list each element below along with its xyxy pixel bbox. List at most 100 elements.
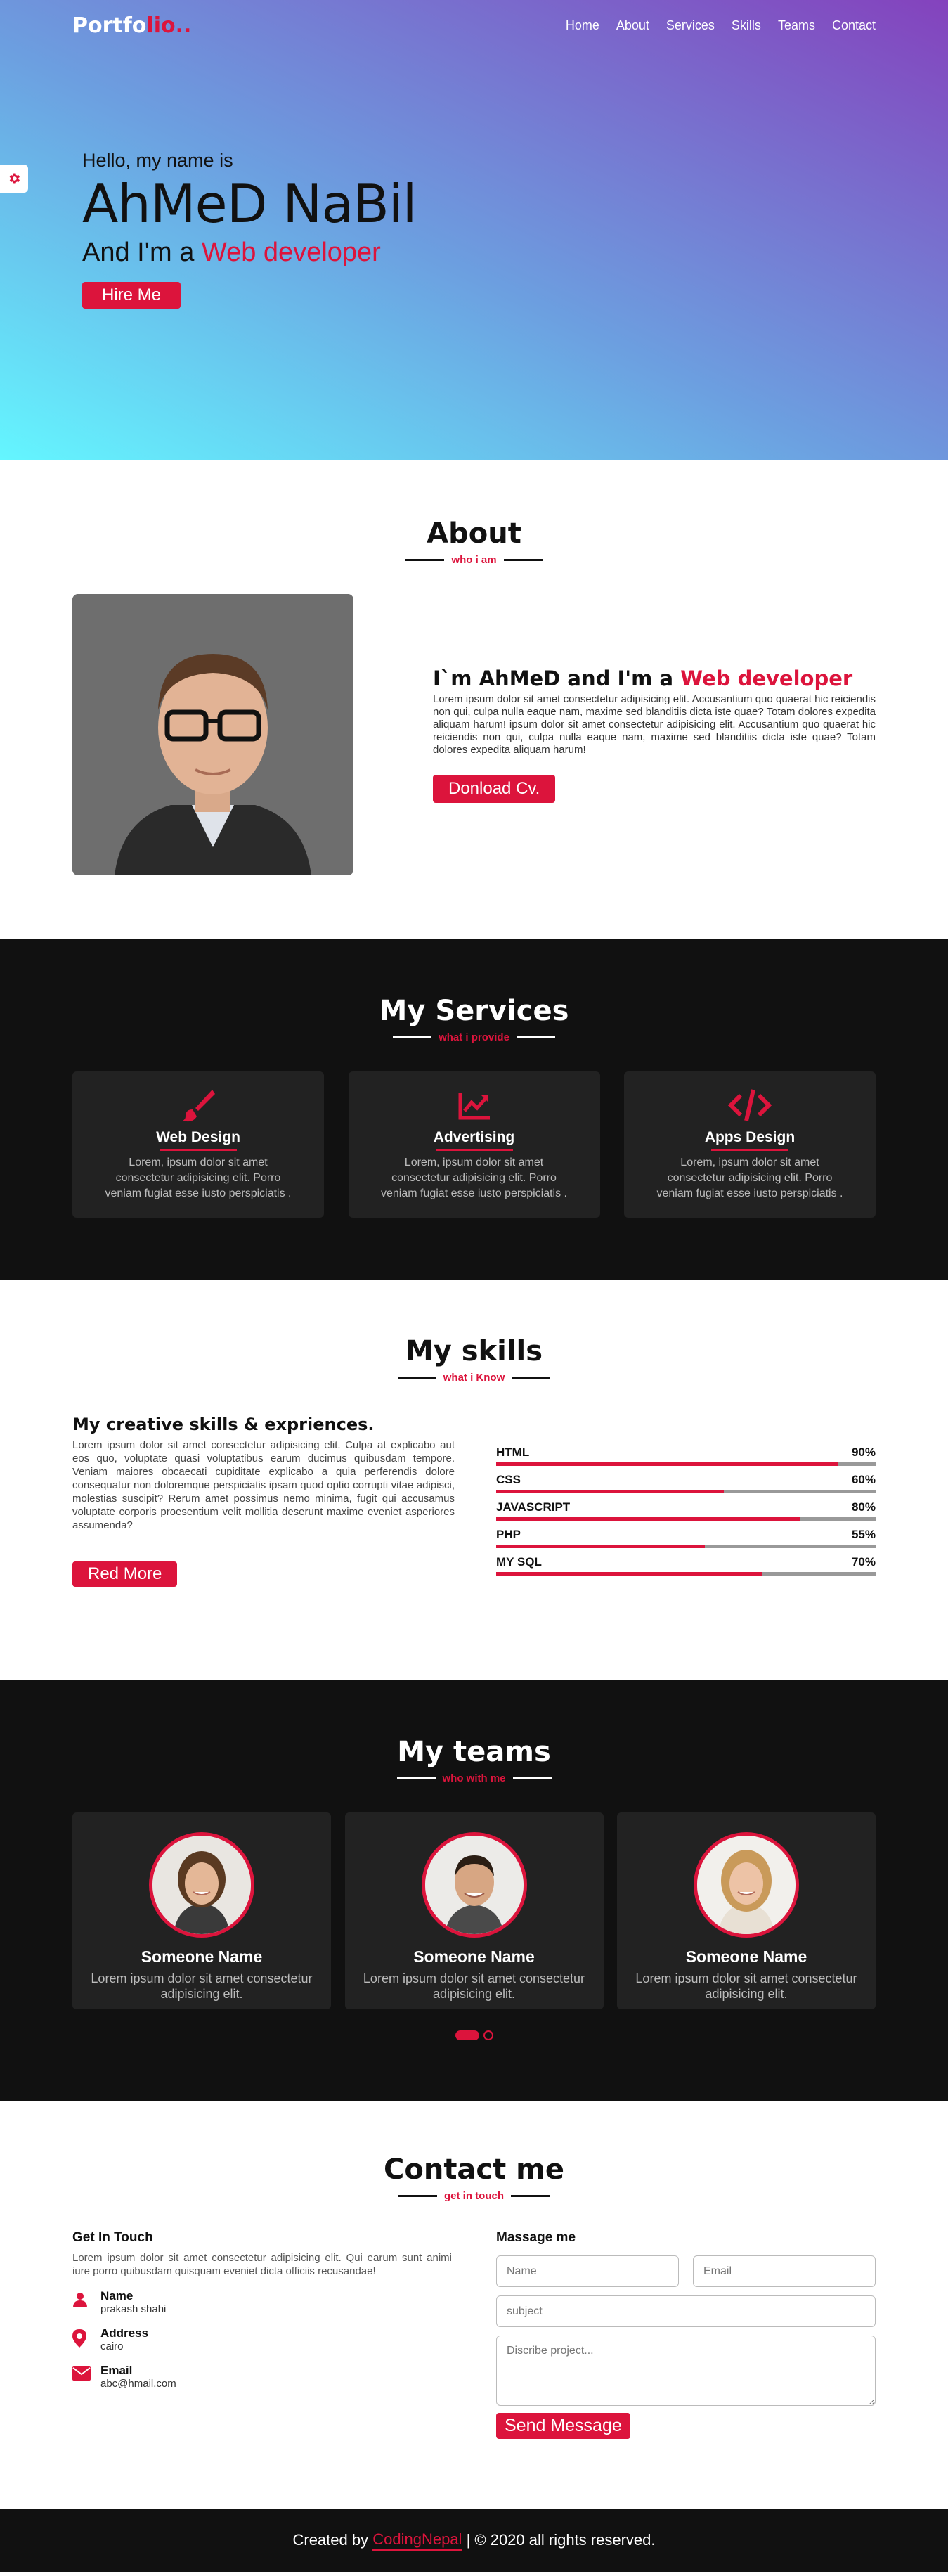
skill-percent: 60% (851, 1473, 876, 1486)
send-message-button[interactable]: Send Message (496, 2413, 630, 2439)
home-greeting: Hello, my name is (82, 150, 233, 171)
teams-title: My teams (397, 1736, 551, 1768)
skills-subtitle-row: what i Know (72, 1372, 876, 1384)
contact-info-text: Lorem ipsum dolor sit amet consectetur a… (72, 2252, 452, 2277)
team-card[interactable]: Someone Name Lorem ipsum dolor sit amet … (72, 1812, 331, 2009)
skill-percent: 80% (851, 1500, 876, 1514)
avatar (149, 1832, 254, 1938)
team-carousel[interactable]: Someone Name Lorem ipsum dolor sit amet … (72, 1812, 876, 2009)
skill-name: CSS (496, 1473, 521, 1486)
underline (435, 1149, 513, 1151)
logo-accent: lio.. (146, 13, 192, 38)
skill-fill (496, 1517, 800, 1521)
about-text-block: I`m AhMeD and I'm a Web developer Lorem … (433, 666, 876, 803)
skills-heading: My creative skills & expriences. (72, 1415, 375, 1434)
about-section: About who i am I`m AhMeD and I'm a Web d… (0, 460, 948, 939)
paint-brush-icon (183, 1090, 215, 1122)
about-subtitle-row: who i am (72, 554, 876, 566)
services-title: My Services (379, 995, 569, 1027)
skills-text-block: My creative skills & expriences. Lorem i… (72, 1415, 455, 1587)
settings-toggle[interactable] (0, 165, 28, 193)
about-title: About (427, 517, 521, 550)
carousel-dot-active[interactable] (455, 2030, 479, 2040)
service-card-web-design[interactable]: Web Design Lorem, ipsum dolor sit amet c… (72, 1071, 324, 1218)
skill-track (496, 1545, 876, 1548)
skill-bar-css: CSS 60% (496, 1473, 876, 1493)
footer: Created by CodingNepal | © 2020 all righ… (0, 2509, 948, 2572)
skill-track (496, 1572, 876, 1576)
skill-bar-html: HTML 90% (496, 1445, 876, 1466)
contact-section: Contact me get in touch Get In Touch Lor… (0, 2101, 948, 2509)
services-section: My Services what i provide Web Design Lo… (0, 939, 948, 1280)
team-card[interactable]: Someone Name Lorem ipsum dolor sit amet … (344, 1812, 604, 2009)
skill-track (496, 1462, 876, 1466)
about-heading: I`m AhMeD and I'm a Web developer (433, 666, 876, 690)
nav-item-about[interactable]: About (616, 18, 649, 33)
skill-bar-mysql: MY SQL 70% (496, 1555, 876, 1576)
service-name: Apps Design (704, 1129, 796, 1145)
divider (516, 1036, 555, 1038)
nav-item-contact[interactable]: Contact (832, 18, 876, 33)
skills-title: My skills (405, 1335, 543, 1367)
service-desc: Lorem, ipsum dolor sit amet consectetur … (380, 1157, 567, 1199)
member-name: Someone Name (141, 1947, 263, 1966)
contact-info: Get In Touch Lorem ipsum dolor sit amet … (72, 2230, 452, 2439)
home-section: Hello, my name is AhMeD NaBil And I'm a … (0, 0, 948, 460)
email-input[interactable] (693, 2255, 876, 2287)
contact-label: Email (100, 2364, 133, 2377)
nav-item-teams[interactable]: Teams (778, 18, 815, 33)
skill-name: PHP (496, 1528, 521, 1541)
skill-name: JAVASCRIPT (496, 1500, 571, 1514)
service-desc: Lorem, ipsum dolor sit amet consectetur … (656, 1157, 843, 1199)
read-more-button[interactable]: Red More (72, 1561, 178, 1587)
service-desc: Lorem, ipsum dolor sit amet consectetur … (105, 1157, 292, 1199)
teams-section: My teams who with me Someone Name Lorem … (0, 1680, 948, 2101)
teams-subtitle: who with me (442, 1772, 506, 1784)
skill-fill (496, 1462, 838, 1466)
contact-title: Contact me (384, 2153, 564, 2186)
subject-input[interactable] (496, 2295, 876, 2327)
skill-name: MY SQL (496, 1555, 542, 1569)
carousel-dot[interactable] (483, 2030, 493, 2040)
footer-prefix: Created by (292, 2531, 369, 2549)
team-card[interactable]: Someone Name Lorem ipsum dolor sit amet … (617, 1812, 876, 2009)
service-card-advertising[interactable]: Advertising Lorem, ipsum dolor sit amet … (348, 1071, 600, 1218)
services-subtitle: what i provide (439, 1031, 509, 1043)
message-textarea[interactable] (496, 2336, 876, 2406)
teams-subtitle-row: who with me (72, 1772, 876, 1784)
contact-row-address: Address cairo (72, 2326, 452, 2352)
skill-fill (496, 1545, 705, 1548)
map-marker-icon (72, 2329, 86, 2348)
skills-section: My skills what i Know My creative skills… (0, 1280, 948, 1680)
man-portrait-image (72, 594, 353, 875)
home-role-prefix: And I'm a (82, 238, 195, 267)
avatar (694, 1832, 799, 1938)
logo[interactable]: Portfolio.. (72, 13, 191, 38)
contact-value: cairo (100, 2340, 124, 2352)
service-card-apps-design[interactable]: Apps Design Lorem, ipsum dolor sit amet … (624, 1071, 876, 1218)
about-heading-accent: Web developer (680, 666, 853, 690)
skill-percent: 90% (851, 1445, 876, 1459)
profile-photo (72, 594, 353, 875)
member-desc: Lorem ipsum dolor sit amet consectetur a… (91, 1971, 313, 2001)
download-cv-button[interactable]: Donload Cv. (433, 775, 556, 803)
hire-me-button[interactable]: Hire Me (82, 282, 181, 309)
nav-item-skills[interactable]: Skills (732, 18, 761, 33)
nav-item-home[interactable]: Home (566, 18, 599, 33)
services-cards: Web Design Lorem, ipsum dolor sit amet c… (72, 1071, 876, 1218)
contact-content: Get In Touch Lorem ipsum dolor sit amet … (72, 2230, 876, 2439)
footer-link[interactable]: CodingNepal (372, 2530, 462, 2551)
divider (503, 559, 543, 561)
nav-menu: Home About Services Skills Teams Contact (549, 18, 876, 33)
carousel-dots (72, 2030, 876, 2040)
contact-row-name: Name prakash shahi (72, 2289, 452, 2315)
divider (398, 2195, 437, 2197)
nav-item-services[interactable]: Services (666, 18, 715, 33)
skill-bars: HTML 90% CSS 60% JAVASCRIPT 80% PHP 55% MY S… (496, 1415, 876, 1587)
contact-value: abc@hmail.com (100, 2378, 176, 2390)
navbar: Portfolio.. Home About Services Skills T… (0, 0, 948, 51)
woman-portrait-image (152, 1836, 251, 1934)
name-input[interactable] (496, 2255, 679, 2287)
skill-percent: 55% (851, 1528, 876, 1541)
code-icon (728, 1089, 772, 1121)
